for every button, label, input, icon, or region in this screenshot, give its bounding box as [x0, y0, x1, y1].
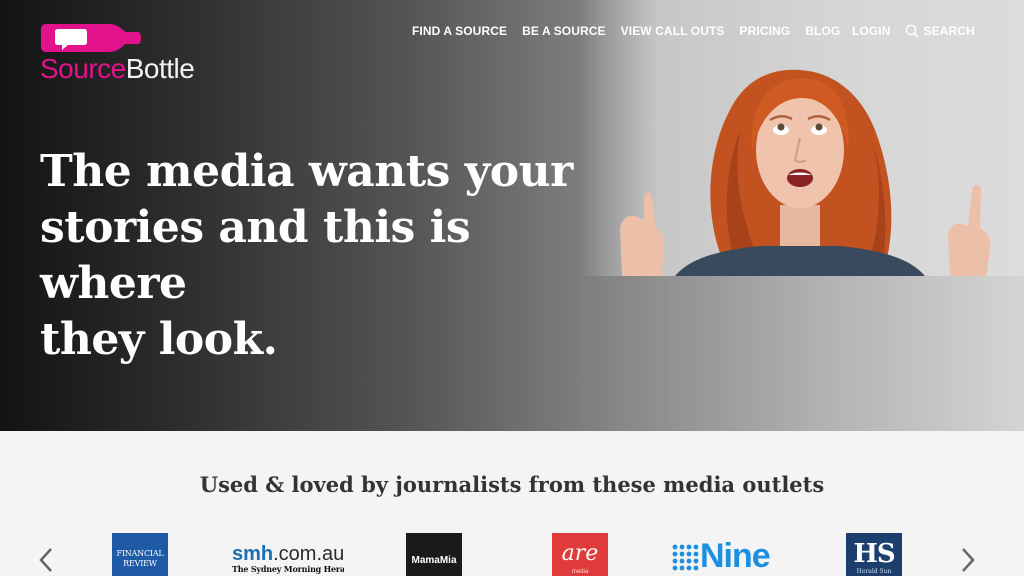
- smh-subtitle: The Sydney Morning Herald: [232, 564, 344, 574]
- nav-be-a-source[interactable]: BE A SOURCE: [522, 24, 606, 38]
- hero-photo: [580, 0, 1024, 276]
- hero-headline: The media wants your stories and this is…: [40, 144, 600, 368]
- carousel-next-button[interactable]: [960, 546, 976, 576]
- smh-logo[interactable]: smh.com.au The Sydney Morning Herald: [232, 533, 344, 576]
- fr-line-2: REVIEW: [123, 559, 157, 568]
- hs-subtitle: Herald Sun: [856, 568, 892, 575]
- financial-review-logo[interactable]: FINANCIAL REVIEW: [112, 533, 168, 576]
- are-media-logo[interactable]: are media: [552, 533, 608, 576]
- smh-domain: .com.au: [273, 543, 344, 565]
- woman-pointing-up-image: [620, 69, 991, 276]
- search-button[interactable]: SEARCH: [905, 24, 975, 38]
- nav-view-call-outs[interactable]: VIEW CALL OUTS: [621, 24, 725, 38]
- chevron-right-icon: [962, 548, 975, 572]
- herald-sun-logo[interactable]: HS Herald Sun: [846, 533, 902, 576]
- nav-blog[interactable]: BLOG: [805, 24, 840, 38]
- chevron-left-icon: [39, 548, 52, 572]
- hero-banner: SourceBottle FIND A SOURCE BE A SOURCE V…: [0, 0, 1024, 431]
- brand-name: SourceBottle: [40, 53, 195, 85]
- nine-dots-icon: [672, 544, 699, 571]
- nav-find-a-source[interactable]: FIND A SOURCE: [412, 24, 507, 38]
- bottle-icon: [41, 24, 141, 52]
- nav-pricing[interactable]: PRICING: [740, 24, 791, 38]
- brand-name-part2: Bottle: [125, 53, 195, 84]
- nine-logo[interactable]: Nine: [670, 533, 782, 576]
- mamamia-logo[interactable]: MamaMia: [406, 533, 462, 576]
- fr-line-1: FINANCIAL: [116, 549, 164, 558]
- media-logo-carousel: FINANCIAL REVIEW smh.com.au The Sydney M…: [110, 533, 910, 576]
- outlets-heading: Used & loved by journalists from these m…: [199, 472, 825, 497]
- headline-line-2: stories and this is where: [40, 202, 471, 309]
- search-icon: [905, 24, 919, 38]
- carousel-prev-button[interactable]: [38, 546, 54, 576]
- headline-line-3: they look.: [40, 314, 278, 365]
- smh-main: smh: [232, 543, 274, 565]
- nine-text: Nine: [700, 537, 771, 575]
- main-nav: FIND A SOURCE BE A SOURCE VIEW CALL OUTS…: [412, 24, 855, 38]
- nav-actions: LOGIN SEARCH: [852, 24, 989, 38]
- headline-line-1: The media wants your: [40, 146, 573, 197]
- search-label: SEARCH: [923, 24, 975, 38]
- are-text: are: [561, 541, 599, 566]
- brand-name-part1: Source: [40, 53, 126, 84]
- login-link[interactable]: LOGIN: [852, 24, 891, 38]
- hs-text: HS: [853, 539, 895, 569]
- are-subtitle: media: [571, 569, 589, 575]
- sourcebottle-logo[interactable]: SourceBottle: [40, 22, 230, 86]
